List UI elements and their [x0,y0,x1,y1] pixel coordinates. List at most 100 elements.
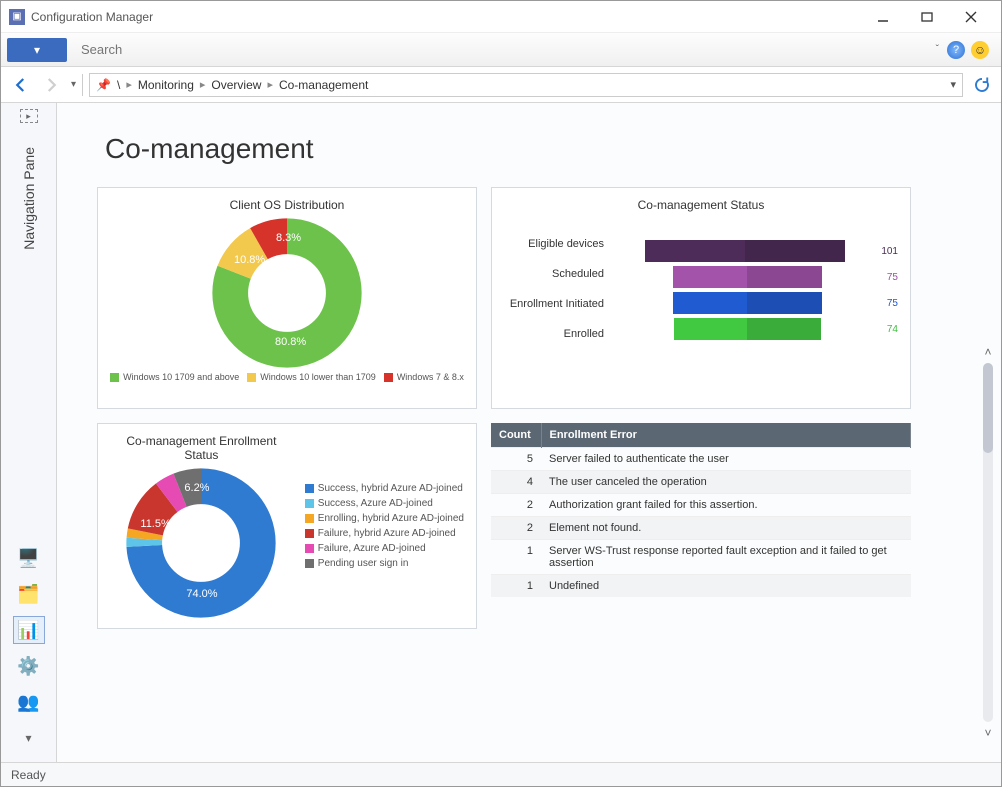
legend: Windows 10 1709 and above Windows 10 low… [110,372,464,382]
card-enrollment-errors: Count Enrollment Error 5Server failed to… [491,423,911,629]
cell-count: 5 [491,448,541,471]
scroll-down-icon[interactable]: ˅ [980,724,996,742]
navigation-pane-label: Navigation Pane [21,147,37,250]
cell-error: Server failed to authenticate the user [541,448,911,471]
sidebar-expand-button[interactable]: ▾ [13,724,45,752]
funnel-bar[interactable] [673,292,822,314]
donut-chart-enrollment[interactable]: 74.0% 11.5% 6.2% [126,468,276,618]
card-co-management-status: Co-management Status Eligible devices Sc… [491,187,911,409]
chevron-right-icon: ▸ [126,78,132,91]
library-icon: 🗂️ [17,584,39,605]
search-dropdown-icon[interactable]: ˇ [936,44,939,55]
legend-item[interactable]: Success, hybrid Azure AD-joined [305,483,464,494]
legend-item[interactable]: Failure, Azure AD-joined [305,543,464,554]
funnel-value: 101 [881,246,898,257]
search-input[interactable] [77,39,932,61]
cell-error: Undefined [541,575,911,598]
slice-label: 8.3% [276,232,301,244]
status-bar: Ready [1,762,1001,786]
cell-count: 2 [491,517,541,540]
cell-count: 2 [491,494,541,517]
history-dropdown-icon[interactable]: ▾ [71,79,76,90]
swatch-icon [305,499,314,508]
table-row[interactable]: 1Undefined [491,575,911,598]
card-enrollment-status: Co-management Enrollment Status 74.0% 11… [97,423,477,629]
maximize-button[interactable] [905,3,949,31]
people-icon: 👥 [17,692,39,713]
funnel-value: 75 [887,272,898,283]
scroll-track[interactable] [983,363,993,722]
page-title: Co-management [105,133,961,165]
back-button[interactable] [7,72,35,98]
funnel-label: Eligible devices [504,238,604,260]
cell-error: Element not found. [541,517,911,540]
legend-item[interactable]: Success, Azure AD-joined [305,498,464,509]
column-header-error[interactable]: Enrollment Error [541,423,911,448]
feedback-smiley-icon[interactable]: ☺ [971,41,989,59]
refresh-button[interactable] [969,73,995,97]
funnel-label: Enrollment Initiated [504,298,604,320]
swatch-icon [305,544,314,553]
slice-label: 74.0% [186,588,217,600]
expand-sidebar-button[interactable]: ▸ [20,109,38,123]
errors-table: Count Enrollment Error 5Server failed to… [491,423,911,597]
funnel-label: Scheduled [504,268,604,290]
minimize-button[interactable] [861,3,905,31]
breadcrumb-item[interactable]: Co-management [279,78,368,92]
sidebar-item-monitoring[interactable]: 📊 [13,616,45,644]
funnel-bar[interactable] [674,318,821,340]
table-row[interactable]: 5Server failed to authenticate the user [491,448,911,471]
help-icon[interactable]: ? [947,41,965,59]
forward-button[interactable] [37,72,65,98]
funnel-label: Enrolled [504,328,604,350]
table-row[interactable]: 1Server WS-Trust response reported fault… [491,540,911,575]
breadcrumb[interactable]: 📌 \ ▸ Monitoring ▸ Overview ▸ Co-managem… [89,73,963,97]
scroll-thumb[interactable] [983,363,993,453]
pin-icon[interactable]: 📌 [96,78,111,92]
legend-item[interactable]: Failure, hybrid Azure AD-joined [305,528,464,539]
legend-item[interactable]: Enrolling, hybrid Azure AD-joined [305,513,464,524]
legend-item[interactable]: Windows 7 & 8.x [384,372,464,382]
card-title: Co-management Status [504,198,898,212]
scroll-up-icon[interactable]: ˄ [980,343,996,361]
chart-icon: 📊 [17,620,39,641]
breadcrumb-item[interactable]: Overview [211,78,261,92]
swatch-icon [305,514,314,523]
breadcrumb-item[interactable]: Monitoring [138,78,194,92]
sidebar-item-community[interactable]: 👥 [13,688,45,716]
app-menu-dropdown[interactable]: ▾ [7,38,67,62]
chevron-right-icon: ▸ [200,78,206,91]
funnel-bar[interactable] [645,240,845,262]
swatch-icon [247,373,256,382]
cell-error: Authorization grant failed for this asse… [541,494,911,517]
swatch-icon [305,559,314,568]
column-header-count[interactable]: Count [491,423,541,448]
breadcrumb-dropdown-icon[interactable]: ▾ [950,78,956,91]
chevron-right-icon: ▸ [267,78,273,91]
table-row[interactable]: 2Element not found. [491,517,911,540]
vertical-scrollbar[interactable]: ˄ ˅ [979,343,997,742]
menu-bar: ▾ ˇ ? ☺ [1,33,1001,67]
table-row[interactable]: 4The user canceled the operation [491,471,911,494]
legend-item[interactable]: Pending user sign in [305,558,464,569]
title-bar: ▣ Configuration Manager [1,1,1001,33]
funnel-bar[interactable] [673,266,822,288]
sidebar-item-assets[interactable]: 🖥️ [13,544,45,572]
navigation-toolbar: ▾ 📌 \ ▸ Monitoring ▸ Overview ▸ Co-manag… [1,67,1001,103]
funnel-chart-status[interactable]: Eligible devices Scheduled Enrollment In… [504,238,898,350]
legend-item[interactable]: Windows 10 1709 and above [110,372,239,382]
swatch-icon [305,529,314,538]
sidebar-item-admin[interactable]: ⚙️ [13,652,45,680]
cell-error: The user canceled the operation [541,471,911,494]
legend: Success, hybrid Azure AD-joined Success, … [305,483,464,569]
sidebar-item-library[interactable]: 🗂️ [13,580,45,608]
slice-label: 10.8% [234,254,265,266]
table-row[interactable]: 2Authorization grant failed for this ass… [491,494,911,517]
content-area: Co-management Client OS Distribution 80.… [57,103,1001,762]
donut-chart-os[interactable]: 80.8% 10.8% 8.3% [212,218,362,368]
funnel-value: 74 [887,324,898,335]
card-title: Co-management Enrollment Status [110,434,293,462]
slice-label: 80.8% [275,336,306,348]
legend-item[interactable]: Windows 10 lower than 1709 [247,372,376,382]
close-button[interactable] [949,3,993,31]
